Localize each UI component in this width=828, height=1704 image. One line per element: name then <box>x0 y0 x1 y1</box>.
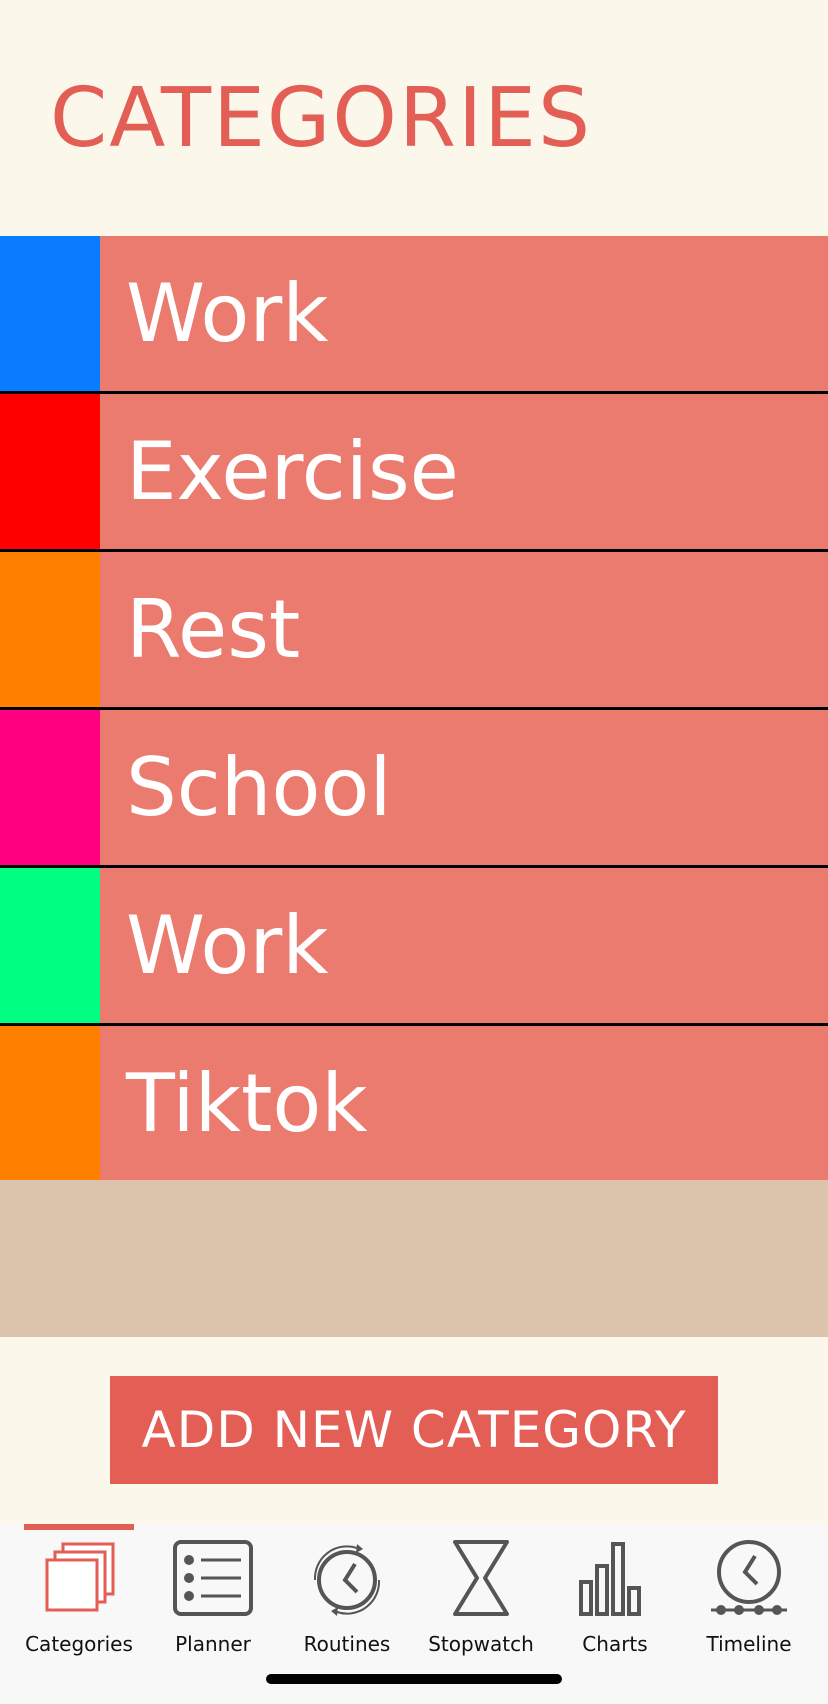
category-color-swatch[interactable] <box>0 552 100 707</box>
category-label: Work <box>126 266 329 360</box>
hourglass-icon <box>453 1540 509 1616</box>
tab-label: Stopwatch <box>428 1632 534 1656</box>
category-row[interactable]: Work <box>0 236 828 394</box>
category-row[interactable]: Work <box>0 868 828 1026</box>
add-new-category-button[interactable]: ADD NEW CATEGORY <box>110 1376 718 1484</box>
tab-categories[interactable]: Categories <box>12 1538 146 1658</box>
category-color-swatch[interactable] <box>0 394 100 549</box>
category-row-body[interactable]: School <box>100 710 828 865</box>
tab-label: Planner <box>175 1632 251 1656</box>
category-color-swatch[interactable] <box>0 236 100 391</box>
planner-icon <box>173 1540 253 1616</box>
categories-icon <box>45 1542 115 1612</box>
category-row-body[interactable]: Exercise <box>100 394 828 549</box>
category-row[interactable]: Rest <box>0 552 828 710</box>
category-label: School <box>126 740 392 834</box>
tab-label: Timeline <box>706 1632 792 1656</box>
category-label: Work <box>126 898 329 992</box>
timeline-icon <box>711 1540 787 1615</box>
category-label: Tiktok <box>126 1056 368 1150</box>
category-row-body[interactable]: Work <box>100 236 828 391</box>
routines-icon <box>313 1544 381 1616</box>
category-label: Rest <box>126 582 301 676</box>
home-indicator[interactable] <box>266 1674 562 1684</box>
category-row[interactable]: Exercise <box>0 394 828 552</box>
category-list: Work Exercise Rest School Work Tiktok <box>0 236 828 1181</box>
category-row-body[interactable]: Work <box>100 868 828 1023</box>
category-row-body[interactable]: Tiktok <box>100 1026 828 1181</box>
tab-charts[interactable]: Charts <box>548 1538 682 1658</box>
tab-label: Routines <box>303 1632 391 1656</box>
page-title: CATEGORIES <box>50 71 592 166</box>
bar-chart-icon <box>579 1542 641 1616</box>
category-color-swatch[interactable] <box>0 1026 100 1181</box>
tab-label: Charts <box>582 1632 648 1656</box>
tab-stopwatch[interactable]: Stopwatch <box>414 1538 548 1658</box>
category-label: Exercise <box>126 424 459 518</box>
category-row-body[interactable]: Rest <box>100 552 828 707</box>
tab-routines[interactable]: Routines <box>280 1538 414 1658</box>
tab-timeline[interactable]: Timeline <box>682 1538 816 1658</box>
tab-planner[interactable]: Planner <box>146 1538 280 1658</box>
category-color-swatch[interactable] <box>0 868 100 1023</box>
active-tab-indicator <box>24 1524 134 1530</box>
category-row[interactable]: Tiktok <box>0 1026 828 1181</box>
empty-category-slot[interactable] <box>0 1180 828 1337</box>
category-color-swatch[interactable] <box>0 710 100 865</box>
tab-label: Categories <box>25 1632 133 1656</box>
category-row[interactable]: School <box>0 710 828 868</box>
